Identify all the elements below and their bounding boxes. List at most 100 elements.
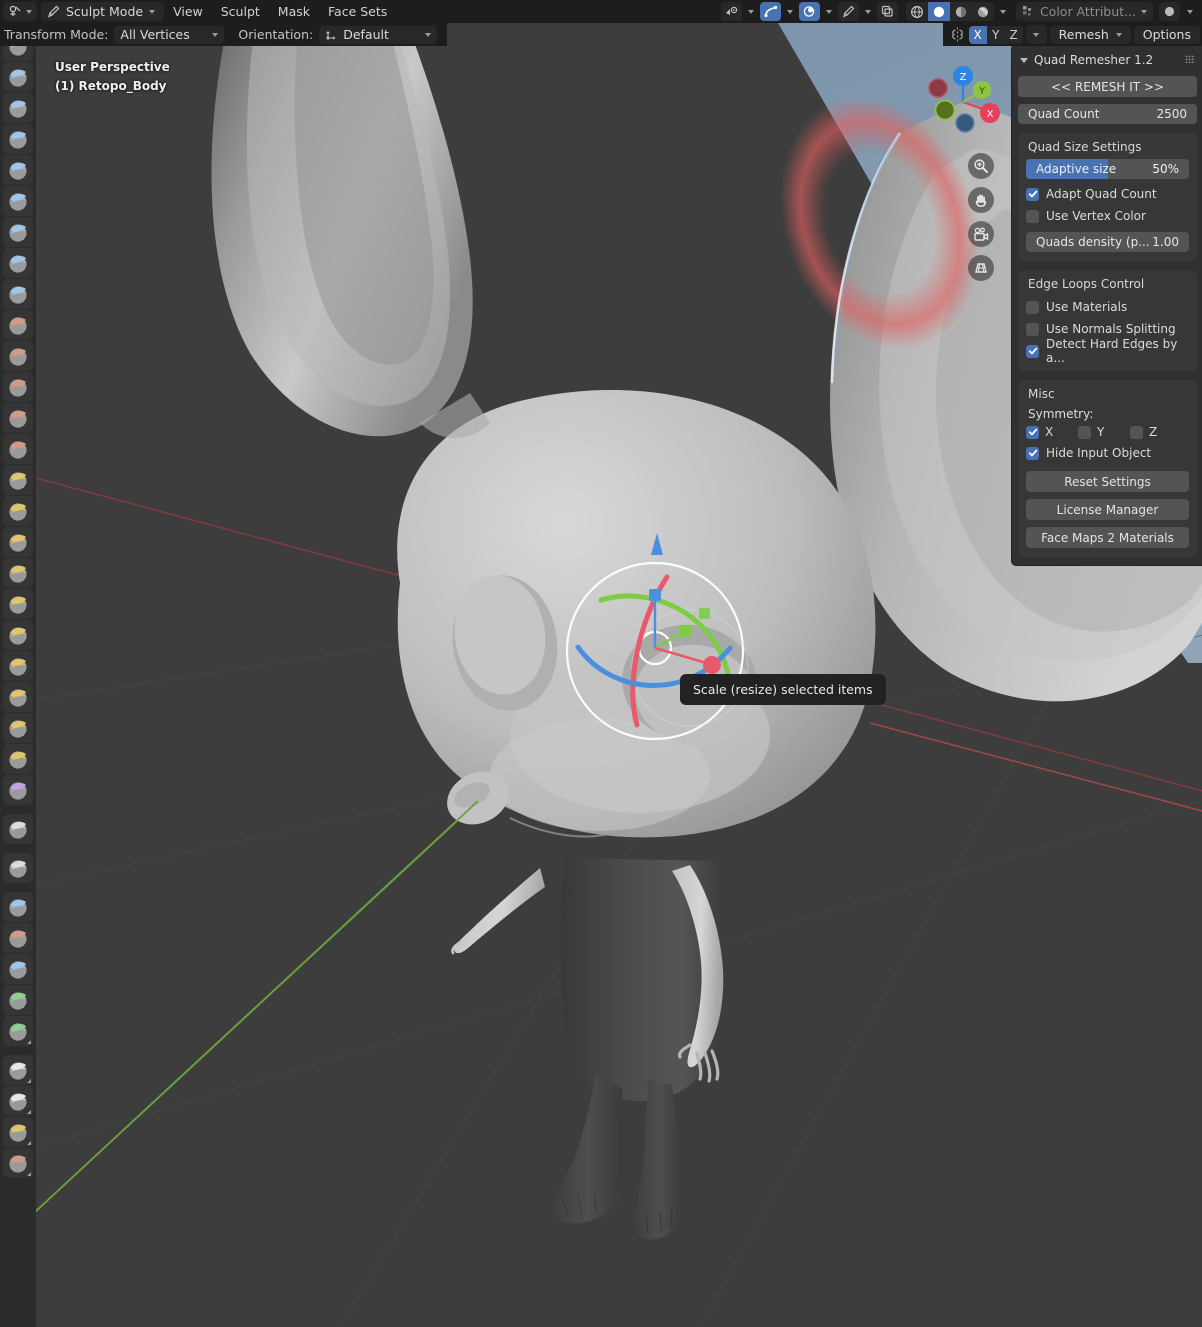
- solid-shading-button[interactable]: [928, 2, 950, 21]
- tool-paint[interactable]: [3, 985, 33, 1015]
- tool-smear[interactable]: [3, 1016, 33, 1046]
- tool-pinch[interactable]: [3, 465, 33, 495]
- menu-sculpt[interactable]: Sculpt: [212, 2, 269, 21]
- menu-face-sets[interactable]: Face Sets: [319, 2, 396, 21]
- use-vertex-color-checkbox[interactable]: [1026, 209, 1039, 223]
- tool-pose[interactable]: [3, 620, 33, 650]
- zoom-view-button[interactable]: [968, 153, 994, 179]
- camera-view-button[interactable]: [968, 221, 994, 247]
- tool-mask-box[interactable]: [3, 1086, 33, 1116]
- tool-multires-displacement-smear[interactable]: [3, 954, 33, 984]
- tool-draw-face-sets[interactable]: [3, 892, 33, 922]
- transform-mode-dropdown[interactable]: All Vertices: [114, 25, 225, 44]
- panel-header[interactable]: Quad Remesher 1.2: [1018, 51, 1197, 69]
- use-vertex-color-row[interactable]: Use Vertex Color: [1026, 205, 1189, 227]
- symmetry-y-item[interactable]: Y: [1078, 425, 1130, 439]
- snap-toggle[interactable]: [760, 2, 781, 21]
- chevron-down-icon[interactable]: [748, 9, 754, 14]
- options-menu-button[interactable]: Options: [1133, 25, 1200, 44]
- chevron-down-icon[interactable]: [1000, 9, 1006, 14]
- hide-input-object-checkbox[interactable]: [1026, 446, 1039, 460]
- tool-rotate[interactable]: [3, 682, 33, 712]
- scale-gizmo[interactable]: [540, 523, 800, 753]
- navigation-gizmo[interactable]: Z Y X: [924, 63, 1002, 141]
- overlays-toggle[interactable]: [877, 2, 898, 21]
- tool-scrape[interactable]: [3, 403, 33, 433]
- sculpt-toolbar[interactable]: [0, 23, 36, 1327]
- tool-flatten[interactable]: [3, 341, 33, 371]
- tool-inflate[interactable]: [3, 217, 33, 247]
- reset-settings-button[interactable]: Reset Settings: [1026, 471, 1189, 492]
- quad-count-field[interactable]: Quad Count 2500: [1018, 104, 1197, 124]
- symmetry-axis-x[interactable]: X: [968, 25, 987, 44]
- symmetry-x-checkbox[interactable]: [1026, 425, 1039, 439]
- material-preview-shading-button[interactable]: [950, 2, 972, 21]
- shading-mode-group[interactable]: [906, 2, 994, 21]
- orthographic-toggle-button[interactable]: [968, 255, 994, 281]
- editor-type-button[interactable]: [3, 2, 37, 21]
- tool-snake-hook[interactable]: [3, 558, 33, 588]
- wireframe-shading-button[interactable]: [906, 2, 928, 21]
- tool-cloth[interactable]: [3, 775, 33, 805]
- adapt-quad-count-row[interactable]: Adapt Quad Count: [1026, 183, 1189, 205]
- tool-elastic-deform[interactable]: [3, 527, 33, 557]
- symmetry-x-item[interactable]: X: [1026, 425, 1078, 439]
- tool-clay-strips[interactable]: [3, 124, 33, 154]
- menu-mask[interactable]: Mask: [269, 2, 319, 21]
- proportional-editing-toggle[interactable]: [799, 2, 820, 21]
- chevron-down-icon[interactable]: [826, 9, 832, 14]
- use-materials-checkbox[interactable]: [1026, 300, 1039, 314]
- tool-crease[interactable]: [3, 279, 33, 309]
- tool-grab[interactable]: [3, 496, 33, 526]
- quads-density-field[interactable]: Quads density (p... 1.00: [1026, 232, 1189, 252]
- tool-smooth[interactable]: [3, 310, 33, 340]
- use-normals-splitting-checkbox[interactable]: [1026, 322, 1039, 336]
- rendered-shading-button[interactable]: [972, 2, 994, 21]
- detect-hard-edges-checkbox[interactable]: [1026, 344, 1039, 358]
- panel-grip-icon[interactable]: [1185, 55, 1195, 63]
- tool-face-set-box[interactable]: [3, 1117, 33, 1147]
- use-materials-row[interactable]: Use Materials: [1026, 296, 1189, 318]
- tool-mask[interactable]: [3, 853, 33, 883]
- tool-trim-box[interactable]: [3, 1148, 33, 1178]
- license-manager-button[interactable]: License Manager: [1026, 499, 1189, 520]
- tool-multiplane-scrape[interactable]: [3, 434, 33, 464]
- tool-clay-thumb[interactable]: [3, 155, 33, 185]
- symmetry-axis-z[interactable]: Z: [1004, 25, 1023, 44]
- tool-simplify[interactable]: [3, 814, 33, 844]
- tool-multires-displacement-eraser[interactable]: [3, 923, 33, 953]
- symmetry-axis-y[interactable]: Y: [986, 25, 1005, 44]
- hide-input-object-row[interactable]: Hide Input Object: [1026, 442, 1189, 464]
- tool-clay[interactable]: [3, 93, 33, 123]
- chevron-down-icon[interactable]: [865, 9, 871, 14]
- tool-fill[interactable]: [3, 372, 33, 402]
- remesh-it-button[interactable]: << REMESH IT >>: [1018, 76, 1197, 97]
- orientation-dropdown[interactable]: Default: [319, 25, 438, 44]
- pan-view-button[interactable]: [968, 187, 994, 213]
- tool-boundary[interactable]: [3, 744, 33, 774]
- symmetry-z-item[interactable]: Z: [1130, 425, 1182, 439]
- tool-draw-sharp[interactable]: [3, 62, 33, 92]
- detect-hard-edges-row[interactable]: Detect Hard Edges by a...: [1026, 337, 1189, 365]
- tool-blob[interactable]: [3, 248, 33, 278]
- tool-layer[interactable]: [3, 186, 33, 216]
- remesh-menu-button[interactable]: Remesh: [1049, 25, 1131, 44]
- symmetry-axis-group[interactable]: X Y Z: [968, 25, 1023, 44]
- symmetry-axes-row[interactable]: X Y Z: [1026, 425, 1189, 439]
- menu-view[interactable]: View: [164, 2, 212, 21]
- face-maps-2-materials-button[interactable]: Face Maps 2 Materials: [1026, 527, 1189, 548]
- brush-falloff-toggle[interactable]: [838, 2, 859, 21]
- tool-thumb[interactable]: [3, 589, 33, 619]
- viewport-nav-buttons[interactable]: [968, 153, 994, 281]
- symmetry-y-checkbox[interactable]: [1078, 425, 1091, 439]
- tool-slide-relax[interactable]: [3, 713, 33, 743]
- symmetry-z-checkbox[interactable]: [1130, 425, 1143, 439]
- symmetry-icon[interactable]: [949, 26, 966, 43]
- visibility-toggle[interactable]: [721, 2, 742, 21]
- tool-mask-lasso[interactable]: [3, 1055, 33, 1085]
- mode-selector[interactable]: Sculpt Mode: [41, 2, 165, 21]
- chevron-down-icon[interactable]: [787, 9, 793, 14]
- symmetry-options-dropdown[interactable]: [1025, 25, 1047, 44]
- adapt-quad-count-checkbox[interactable]: [1026, 187, 1039, 201]
- adaptive-size-slider[interactable]: Adaptive size 50%: [1026, 159, 1189, 179]
